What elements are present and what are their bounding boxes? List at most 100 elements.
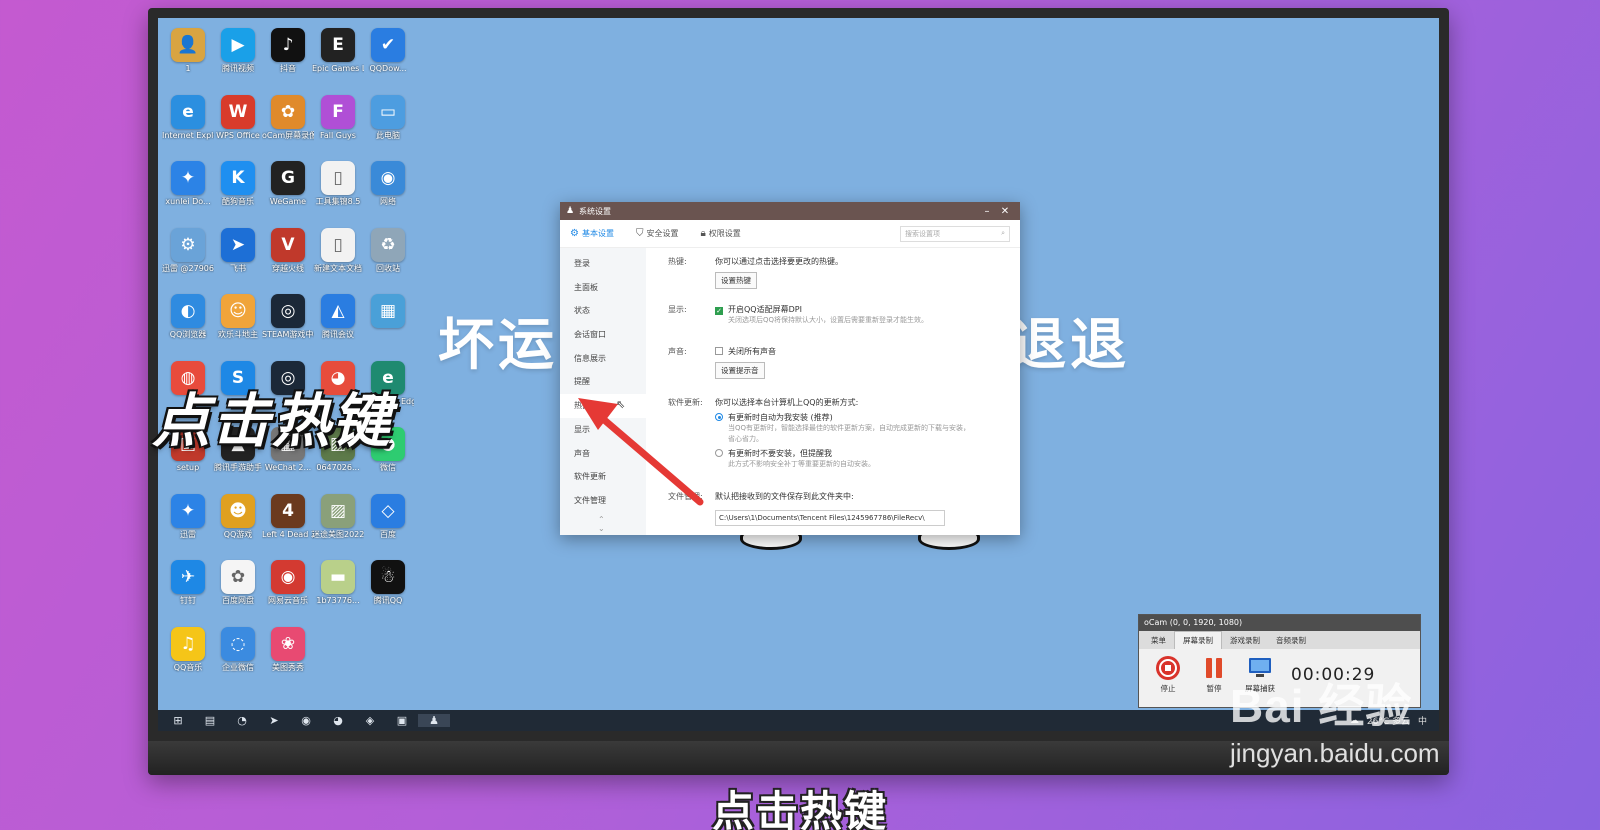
ocam-tab-game-record[interactable]: 游戏录制 [1222, 632, 1268, 649]
file-save-path-input[interactable]: C:\Users\1\Documents\Tencent Files\12459… [715, 510, 945, 526]
settings-search-input[interactable]: 搜索设置项 ⌕ [900, 225, 1010, 242]
set-hotkey-button[interactable]: 设置热键 [715, 272, 757, 289]
ocam-tab-screen-record[interactable]: 屏幕录制 [1174, 631, 1222, 649]
desktop-icon[interactable]: ✈ 钉钉 [162, 556, 214, 620]
app-icon: ▭ [371, 94, 405, 129]
desktop-icon[interactable]: ♪ 抖音 [262, 24, 314, 88]
desktop-icon-label: 1 [185, 64, 191, 73]
desktop-icon[interactable]: ✿ oCam屏幕录像 [262, 91, 314, 155]
desktop-icon[interactable]: ☺ 欢乐斗地主 [212, 290, 264, 354]
desktop-icon[interactable]: ◎ STEAM游戏中心 [262, 290, 314, 354]
desktop-icon[interactable]: F Fall Guys [312, 91, 364, 155]
desktop-icon[interactable]: eInternet Explorer [162, 91, 214, 155]
mute-all-checkbox[interactable] [715, 347, 723, 355]
ime-indicator[interactable]: 中 [1418, 714, 1427, 727]
files-section: 文件管理: 默认把接收到的文件保存到此文件夹中: C:\Users\1\Docu… [668, 491, 1020, 526]
dpi-checkbox[interactable]: ✓ [715, 307, 723, 315]
desktop-icon[interactable]: ◐ QQ浏览器 [162, 290, 214, 354]
desktop-icon-label: Fall Guys [320, 130, 356, 140]
nav-item-hotkey[interactable]: 热键 [560, 394, 646, 418]
desktop-icon[interactable]: ☃ 腾讯QQ [362, 556, 414, 620]
desktop-icon[interactable]: ◌ 企业微信 [212, 623, 264, 687]
desktop-icon[interactable]: ➤ 飞书 [212, 224, 264, 288]
desktop-icon[interactable]: V 穿越火线 [262, 224, 314, 288]
desktop-icon[interactable]: ❀ 美图秀秀 [262, 623, 314, 687]
desktop-icon-label: 腾讯视频 [222, 64, 254, 73]
set-prompt-sound-button[interactable]: 设置提示音 [715, 362, 765, 379]
app-icon: W [221, 94, 255, 129]
desktop-icon[interactable]: W WPS Office [212, 91, 264, 155]
search-icon[interactable]: ⌕ [1001, 229, 1005, 238]
auto-update-hint: 当QQ有更新时，智能选择最佳的软件更新方案，自动完成更新的下载与安装，省心省力。 [728, 424, 971, 443]
sogou-icon[interactable]: ◉ [290, 714, 322, 727]
desktop-icon[interactable]: ✦ 迅雷 [162, 490, 214, 554]
tab-basic-settings[interactable]: ⚙ 基本设置 [570, 228, 614, 239]
desktop-icon[interactable]: K 酷狗音乐 [212, 157, 264, 221]
desktop-icon-label: 欢乐斗地主 [218, 330, 258, 339]
desktop-icon[interactable]: ☻ QQ游戏 [212, 490, 264, 554]
nav-item-sound[interactable]: 声音 [560, 442, 646, 466]
app-icon: ♪ [271, 28, 305, 62]
nav-item-file-management[interactable]: 文件管理 [560, 489, 646, 513]
desktop-icon[interactable]: G WeGame [262, 157, 314, 221]
ocam-title[interactable]: oCam (0, 0, 1920, 1080) [1139, 615, 1420, 631]
desktop-icon[interactable]: ▬ 1b73776... [312, 556, 364, 620]
dialog-title-bar[interactable]: ♟ 系统设置 – ✕ [560, 202, 1020, 220]
app-icon: ✿ [221, 560, 255, 594]
wechat-icon[interactable]: ◕ [322, 714, 354, 727]
notify-update-label: 有更新时不要安装，但提醒我 [728, 449, 832, 458]
desktop-icon[interactable]: ⚙迅雷 @27906... [162, 224, 214, 288]
nav-item-software-update[interactable]: 软件更新 [560, 465, 646, 489]
sound-section: 声音: 关闭所有声音 设置提示音 [668, 346, 1020, 397]
gear-icon: ⚙ [570, 228, 579, 239]
windows-icon[interactable]: ⊞ [162, 714, 194, 727]
minimize-button[interactable]: – [978, 206, 996, 217]
app-icon: ◇ [371, 493, 405, 528]
feishu-icon[interactable]: ➤ [258, 714, 290, 727]
screenshot-icon[interactable]: ▣ [386, 714, 418, 727]
ocam-stop-button[interactable]: 停止 [1145, 655, 1191, 694]
file-explorer-icon[interactable]: ▤ [194, 714, 226, 727]
system-settings-dialog: ♟ 系统设置 – ✕ ⚙ 基本设置 ⛉ 安全设置 🔒︎ 权限设置 搜索设置项 ⌕… [560, 202, 1020, 535]
nav-item-main-panel[interactable]: 主面板 [560, 276, 646, 300]
desktop-icon[interactable]: ▨迷途美图20220... [312, 490, 364, 554]
app-icon[interactable]: ◈ [354, 714, 386, 727]
desktop-icon[interactable]: ▦ [362, 290, 414, 354]
nav-item-display[interactable]: 显示 [560, 418, 646, 442]
desktop-icon[interactable]: 👤 1 [162, 24, 214, 88]
desktop-icon-label: 百度网盘 [222, 596, 254, 605]
desktop-icon[interactable]: ✔ QQDow... [362, 24, 414, 88]
auto-update-radio[interactable] [715, 413, 723, 421]
nav-scroll-arrows[interactable]: ⌃ ⌄ [598, 515, 605, 533]
edge-icon[interactable]: ◔ [226, 714, 258, 727]
desktop-icon[interactable]: ✦ xunlei Do... [162, 157, 214, 221]
qq-icon[interactable]: ♟ [418, 714, 450, 727]
nav-item-reminder[interactable]: 提醒 [560, 370, 646, 394]
desktop-icon[interactable]: ▭ 此电脑 [362, 91, 414, 155]
desktop-icon-label: 新建文本文档 [314, 263, 362, 273]
desktop-icon[interactable]: ▯ 新建文本文档 [312, 224, 364, 288]
nav-item-login[interactable]: 登录 [560, 252, 646, 276]
desktop-icon[interactable]: ◉ 网络 [362, 157, 414, 221]
desktop-icon[interactable]: ✿ 百度网盘 [212, 556, 264, 620]
desktop-icon[interactable]: 4 Left 4 Dead 2 [262, 490, 314, 554]
ocam-tab-audio-record[interactable]: 音频录制 [1268, 632, 1314, 649]
tab-security-settings[interactable]: ⛉ 安全设置 [636, 228, 679, 239]
desktop-icon[interactable]: ♻ 回收站 [362, 224, 414, 288]
desktop-icon[interactable]: ◉ 网易云音乐 [262, 556, 314, 620]
notify-update-radio[interactable] [715, 449, 723, 457]
notify-update-hint: 此方式不影响安全补丁等重要更新的自动安装。 [728, 460, 875, 468]
close-button[interactable]: ✕ [996, 206, 1014, 217]
app-icon: ➤ [221, 227, 255, 262]
desktop-icon[interactable]: ▶ 腾讯视频 [212, 24, 264, 88]
nav-item-info-display[interactable]: 信息展示 [560, 347, 646, 371]
desktop-icon[interactable]: ◇ 百度 [362, 490, 414, 554]
tab-permission-settings[interactable]: 🔒︎ 权限设置 [700, 228, 740, 239]
desktop-icon[interactable]: ▯ 工具集锦8.5 [312, 157, 364, 221]
ocam-tab-menu[interactable]: 菜单 [1143, 632, 1174, 649]
nav-item-chat-window[interactable]: 会话窗口 [560, 323, 646, 347]
desktop-icon[interactable]: E Epic Games Launcher [312, 24, 364, 88]
desktop-icon[interactable]: ◭ 腾讯会议 [312, 290, 364, 354]
nav-item-status[interactable]: 状态 [560, 299, 646, 323]
desktop-icon[interactable]: ♫ QQ音乐 [162, 623, 214, 687]
